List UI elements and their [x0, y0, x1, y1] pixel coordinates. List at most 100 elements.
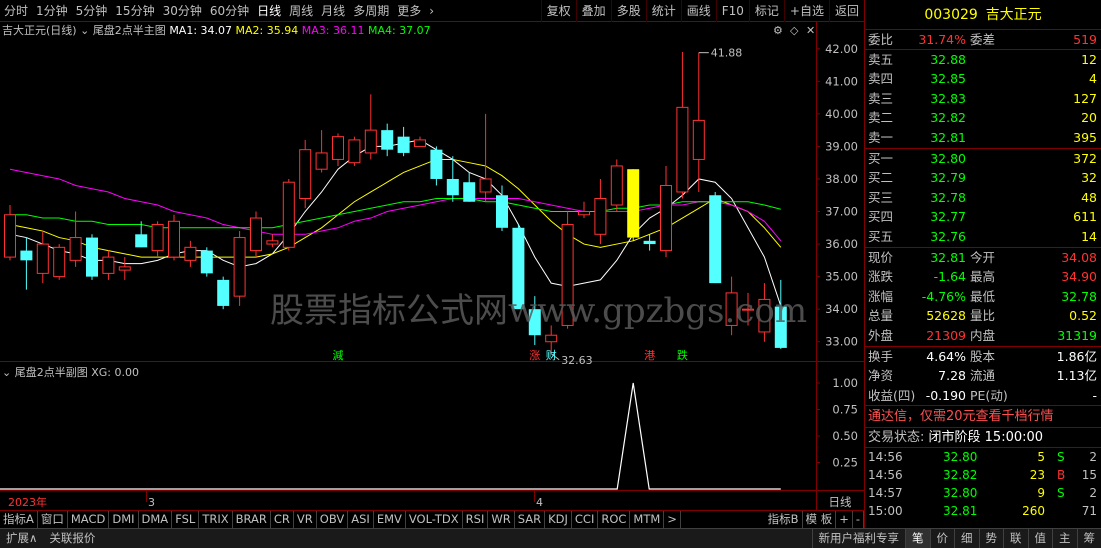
status-tab[interactable]: 值: [1027, 529, 1053, 548]
toolbar-button[interactable]: 复权: [540, 0, 576, 22]
candle-body[interactable]: [627, 169, 640, 238]
candle-body[interactable]: [315, 152, 328, 170]
candle-body[interactable]: [709, 195, 722, 284]
indicator-tab[interactable]: ASI: [348, 511, 374, 528]
candle-body[interactable]: [446, 178, 459, 196]
toolbar-button[interactable]: 返回: [828, 0, 864, 22]
candle-body[interactable]: [692, 119, 705, 160]
candle-body[interactable]: [86, 237, 98, 277]
candle-body[interactable]: [200, 250, 213, 274]
toolbar-button[interactable]: F10: [715, 0, 749, 22]
chevron-right-icon[interactable]: ›: [425, 4, 438, 18]
indicator-tab[interactable]: CR: [271, 511, 294, 528]
status-tab[interactable]: 新用户福利专享: [811, 529, 906, 548]
candle-body[interactable]: [282, 181, 295, 248]
candle-body[interactable]: [545, 334, 558, 343]
event-label[interactable]: 涨: [529, 349, 540, 362]
indicator-tab[interactable]: DMI: [109, 511, 139, 528]
candle-body[interactable]: [397, 136, 410, 153]
indicator-tab[interactable]: VR: [294, 511, 317, 528]
indicator-tab[interactable]: EMV: [374, 511, 406, 528]
event-label[interactable]: 港: [644, 349, 655, 362]
kline-chart[interactable]: 42.0041.0040.0039.0038.0037.0036.0035.00…: [0, 22, 864, 510]
gear-icon[interactable]: ⚙: [773, 24, 783, 37]
status-item[interactable]: 关联报价: [43, 529, 101, 548]
period-tab[interactable]: 更多: [393, 0, 425, 22]
period-tab[interactable]: 60分钟: [206, 0, 253, 22]
candle-body[interactable]: [299, 149, 312, 199]
toolbar-button[interactable]: 标记: [748, 0, 784, 22]
indicator-tab[interactable]: VOL-TDX: [406, 511, 463, 528]
main-indicator-name[interactable]: 尾盘2点半主图: [93, 24, 166, 37]
candle-body[interactable]: [36, 243, 49, 274]
close-icon[interactable]: ✕: [806, 24, 815, 37]
status-tab[interactable]: 价: [929, 529, 955, 548]
candle-body[interactable]: [364, 129, 377, 154]
toolbar-button[interactable]: 多股: [610, 0, 646, 22]
candle-body[interactable]: [135, 234, 148, 248]
indicator-tab-right[interactable]: 指标B: [765, 511, 803, 528]
status-item[interactable]: 扩展∧: [0, 529, 43, 548]
candle-body[interactable]: [463, 182, 476, 202]
candle-body[interactable]: [594, 198, 607, 235]
period-tab[interactable]: 月线: [317, 0, 349, 22]
candle-body[interactable]: [69, 237, 82, 261]
indicator-tab[interactable]: TRIX: [199, 511, 233, 528]
candle-body[interactable]: [381, 130, 394, 150]
candle-body[interactable]: [266, 240, 279, 245]
indicator-tab[interactable]: SAR: [515, 511, 546, 528]
indicator-tab-right[interactable]: -: [853, 511, 864, 528]
indicator-tab[interactable]: 窗口: [38, 511, 68, 528]
status-tab[interactable]: 主: [1052, 529, 1077, 548]
candle-body[interactable]: [414, 139, 426, 147]
candle-body[interactable]: [496, 195, 508, 228]
candle-body[interactable]: [118, 266, 131, 271]
chevron-down-icon[interactable]: ⌄: [2, 366, 11, 379]
status-tab[interactable]: 细: [954, 529, 979, 548]
period-tab[interactable]: 30分钟: [159, 0, 206, 22]
indicator-tab[interactable]: WR: [488, 511, 515, 528]
candle-body[interactable]: [660, 184, 672, 252]
indicator-tab[interactable]: FSL: [172, 511, 200, 528]
indicator-tab[interactable]: MACD: [68, 511, 110, 528]
period-tab[interactable]: 1分钟: [32, 0, 72, 22]
indicator-tab[interactable]: ROC: [598, 511, 631, 528]
indicator-tab[interactable]: MTM: [630, 511, 665, 528]
status-tab[interactable]: 筹: [1076, 529, 1101, 548]
candle-body[interactable]: [184, 246, 197, 261]
period-tab[interactable]: 15分钟: [111, 0, 158, 22]
status-tab[interactable]: 笔: [905, 529, 930, 548]
candle-body[interactable]: [217, 279, 230, 306]
candle-body[interactable]: [233, 237, 246, 297]
restore-icon[interactable]: ◇: [790, 24, 798, 37]
toolbar-button[interactable]: 叠加: [575, 0, 611, 22]
candle-body[interactable]: [168, 220, 180, 258]
indicator-tab[interactable]: OBV: [317, 511, 349, 528]
status-tab[interactable]: 联: [1003, 529, 1028, 548]
event-label[interactable]: 跌: [677, 348, 688, 362]
event-label[interactable]: 減: [333, 348, 344, 362]
candle-body[interactable]: [430, 149, 443, 179]
candle-body[interactable]: [102, 256, 115, 274]
status-tab[interactable]: 势: [978, 529, 1004, 548]
period-tab[interactable]: 分时: [0, 0, 32, 22]
period-tab[interactable]: 日线: [253, 0, 285, 22]
candle-body[interactable]: [676, 106, 689, 193]
indicator-tab[interactable]: >: [664, 511, 681, 528]
indicator-tab[interactable]: DMA: [139, 511, 173, 528]
candle-body[interactable]: [610, 165, 623, 206]
chevron-down-icon[interactable]: ⌄: [80, 24, 89, 37]
indicator-tab[interactable]: BRAR: [233, 511, 271, 528]
candle-body[interactable]: [250, 217, 262, 252]
candle-body[interactable]: [578, 211, 590, 216]
candle-body[interactable]: [348, 139, 361, 164]
event-label[interactable]: 财: [546, 348, 557, 362]
indicator-tab[interactable]: KDJ: [545, 511, 572, 528]
candle-body[interactable]: [4, 214, 16, 258]
toolbar-button[interactable]: 画线: [680, 0, 716, 22]
indicator-tab-right[interactable]: +: [836, 511, 853, 528]
candle-body[interactable]: [332, 136, 344, 160]
promo-banner[interactable]: 通达信，仅需20元查看千档行情: [865, 406, 1101, 429]
toolbar-button[interactable]: 统计: [645, 0, 681, 22]
candle-body[interactable]: [151, 224, 164, 252]
